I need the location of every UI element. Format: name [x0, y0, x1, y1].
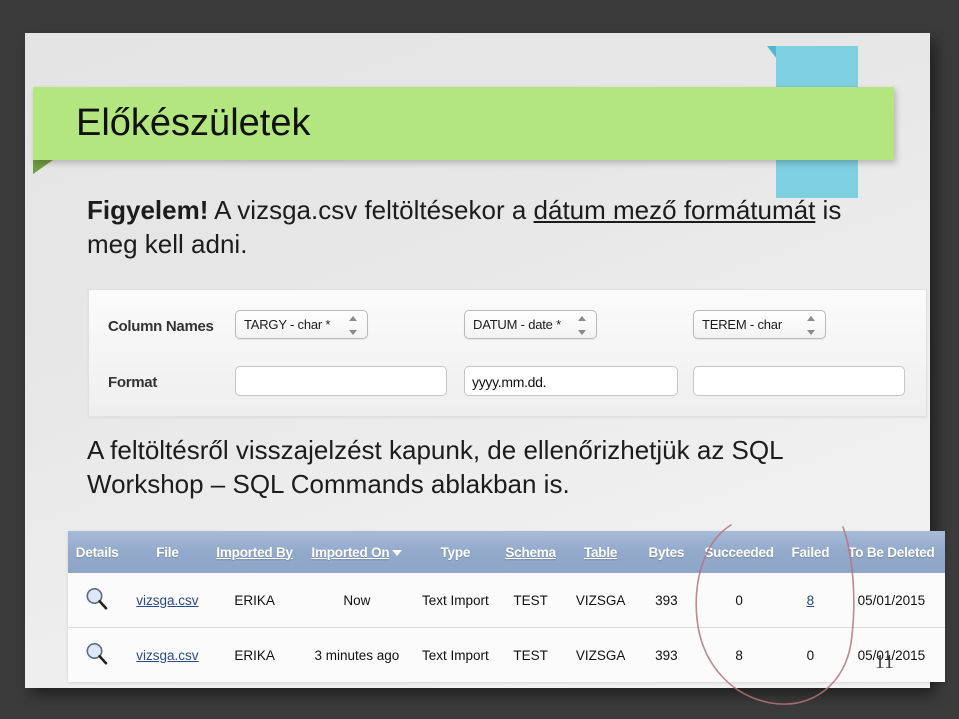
cell-details[interactable] — [68, 627, 127, 682]
cell-type: Text Import — [413, 627, 498, 682]
cell-schema: TEST — [497, 627, 564, 682]
header-imported-on-label: Imported On — [311, 544, 390, 560]
header-failed-label: Failed — [791, 544, 830, 560]
format-input-3[interactable] — [693, 366, 905, 396]
import-results-table: Details File Imported By Imported On Typ… — [68, 531, 945, 682]
column-select-1-value: TARGY - char * — [244, 317, 331, 332]
caret-down-icon — [578, 330, 586, 335]
column-select-wrapper-1: TARGY - char * — [235, 310, 368, 339]
column-names-row: Column Names TARGY - char * DATUM - date… — [89, 310, 926, 352]
cell-table: VIZSGA — [563, 573, 638, 628]
cell-file[interactable]: vizsga.csv — [126, 573, 209, 628]
cell-failed: 0 — [782, 627, 838, 682]
column-select-2[interactable]: DATUM - date * — [464, 310, 597, 339]
header-succeeded-label: Succeeded — [704, 544, 774, 560]
cell-succeeded: 0 — [695, 573, 783, 628]
header-table[interactable]: Table — [563, 531, 638, 573]
header-succeeded[interactable]: Succeeded — [695, 531, 783, 573]
format-input-wrapper-3 — [693, 366, 905, 396]
caret-down-icon — [349, 330, 357, 335]
warning-text-before: A vizsga.csv feltöltésekor a — [208, 195, 534, 225]
header-imported-by[interactable]: Imported By — [208, 531, 301, 573]
caret-down-icon — [807, 330, 815, 335]
header-to-be-deleted[interactable]: To Be Deleted — [837, 531, 945, 573]
column-select-1[interactable]: TARGY - char * — [235, 310, 368, 339]
header-failed[interactable]: Failed — [782, 531, 838, 573]
cell-bytes: 393 — [637, 627, 696, 682]
table-body: vizsga.csv ERIKA Now Text Import TEST VI… — [68, 573, 945, 682]
cell-file[interactable]: vizsga.csv — [126, 627, 209, 682]
column-select-3-value: TEREM - char — [702, 317, 782, 332]
format-input-2-value: yyyy.mm.dd. — [472, 374, 547, 390]
warning-paragraph: Figyelem! A vizsga.csv feltöltésekor a d… — [87, 193, 897, 261]
presentation-slide: Előkészületek Figyelem! A vizsga.csv fel… — [25, 33, 945, 705]
table-row[interactable]: vizsga.csv ERIKA Now Text Import TEST VI… — [68, 573, 945, 628]
file-link[interactable]: vizsga.csv — [136, 648, 198, 663]
table-header-row: Details File Imported By Imported On Typ… — [68, 531, 945, 573]
cell-imported-by: ERIKA — [208, 627, 301, 682]
format-row: Format yyyy.mm.dd. — [89, 366, 926, 408]
magnifier-icon[interactable] — [84, 586, 110, 612]
column-select-wrapper-3: TEREM - char — [693, 310, 826, 339]
header-imported-on[interactable]: Imported On — [300, 531, 414, 573]
column-format-panel: Column Names TARGY - char * DATUM - date… — [88, 289, 927, 417]
spinner-icon[interactable] — [578, 315, 587, 336]
cell-failed[interactable]: 8 — [782, 573, 838, 628]
header-table-label: Table — [583, 544, 618, 560]
warning-lead: Figyelem! — [87, 195, 209, 225]
caret-up-icon — [807, 316, 815, 321]
column-select-wrapper-2: DATUM - date * — [464, 310, 597, 339]
cell-type: Text Import — [413, 573, 498, 628]
failed-count-link[interactable]: 8 — [807, 593, 815, 608]
magnifier-icon[interactable] — [84, 641, 110, 667]
sort-descending-icon[interactable] — [392, 549, 403, 556]
header-file[interactable]: File — [126, 531, 209, 573]
warning-underlined-phrase: dátum mező formátumát — [533, 195, 816, 225]
format-label: Format — [108, 374, 158, 391]
header-file-label: File — [156, 544, 179, 560]
header-bytes-label: Bytes — [648, 544, 685, 560]
header-type-label: Type — [440, 544, 471, 560]
page-number: 11 — [874, 651, 894, 673]
header-to-be-deleted-label: To Be Deleted — [848, 544, 935, 560]
format-input-1[interactable] — [235, 366, 447, 396]
format-input-wrapper-2: yyyy.mm.dd. — [464, 366, 678, 396]
file-link[interactable]: vizsga.csv — [136, 593, 198, 608]
spinner-icon[interactable] — [807, 315, 816, 336]
banner-fold-decoration — [33, 160, 53, 174]
cell-to-be-deleted: 05/01/2015 — [837, 573, 945, 628]
spinner-icon[interactable] — [349, 315, 358, 336]
header-imported-by-label: Imported By — [216, 544, 293, 560]
header-type[interactable]: Type — [413, 531, 498, 573]
page-title: Előkészületek — [76, 102, 311, 144]
header-details[interactable]: Details — [68, 531, 127, 573]
column-select-3[interactable]: TEREM - char — [693, 310, 826, 339]
slide-viewport: Előkészületek Figyelem! A vizsga.csv fel… — [0, 0, 959, 719]
cell-imported-on: 3 minutes ago — [300, 627, 414, 682]
cell-schema: TEST — [497, 573, 564, 628]
header-schema-label: Schema — [505, 544, 556, 560]
title-banner: Előkészületek — [33, 87, 894, 160]
header-details-label: Details — [75, 544, 119, 560]
cell-imported-by: ERIKA — [208, 573, 301, 628]
column-select-2-value: DATUM - date * — [473, 317, 561, 332]
cell-table: VIZSGA — [563, 627, 638, 682]
format-input-wrapper-1 — [235, 366, 447, 396]
table-row[interactable]: vizsga.csv ERIKA 3 minutes ago Text Impo… — [68, 627, 945, 682]
cell-bytes: 393 — [637, 573, 696, 628]
feedback-paragraph: A feltöltésről visszajelzést kapunk, de … — [87, 435, 783, 499]
cell-imported-on: Now — [300, 573, 414, 628]
column-names-label: Column Names — [108, 318, 214, 335]
table-header: Details File Imported By Imported On Typ… — [68, 531, 945, 573]
format-input-2[interactable]: yyyy.mm.dd. — [464, 366, 678, 396]
cell-succeeded: 8 — [695, 627, 783, 682]
cell-details[interactable] — [68, 573, 127, 628]
header-bytes[interactable]: Bytes — [637, 531, 696, 573]
caret-up-icon — [578, 316, 586, 321]
caret-up-icon — [349, 316, 357, 321]
header-schema[interactable]: Schema — [497, 531, 564, 573]
